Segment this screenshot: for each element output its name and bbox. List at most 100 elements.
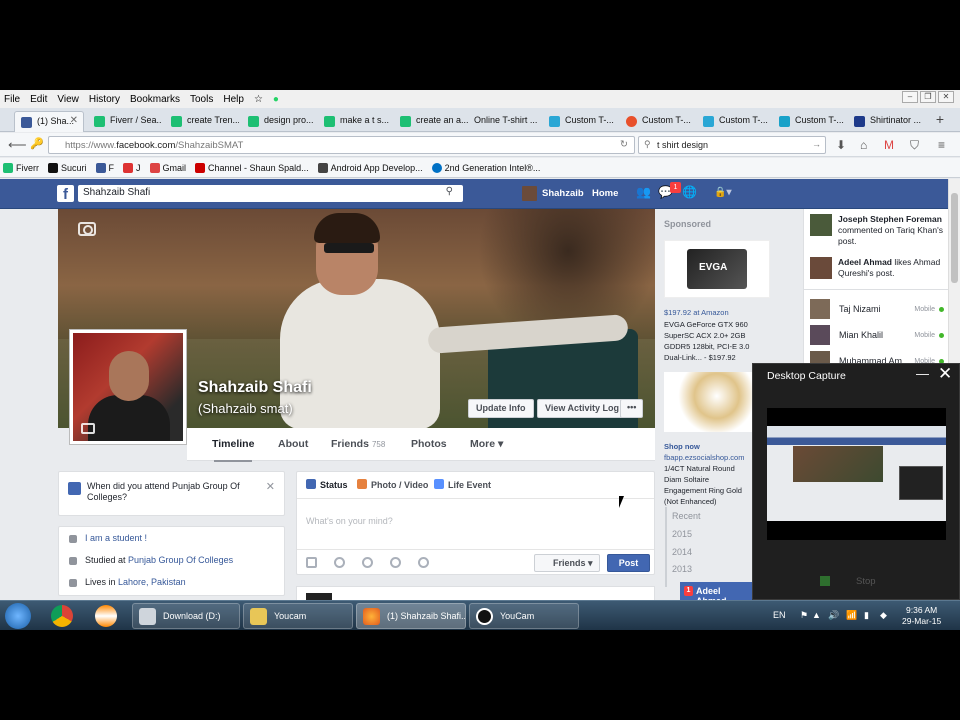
network-icon[interactable]: 📶 [846,610,857,621]
tab-friends[interactable]: Friends 758 [331,438,385,450]
bookmark-channel[interactable]: Channel - Shaun Spald... [195,162,309,173]
composer-input[interactable]: What's on your mind? [306,516,393,526]
gmail-icon[interactable]: M [884,138,894,152]
privacy-icon[interactable]: 🔒▾ [714,187,731,198]
feeling-icon[interactable] [362,557,373,568]
chat-tab[interactable]: 1 Adeel Ahmad [680,582,752,606]
menu-bookmarks[interactable]: Bookmarks [130,94,180,105]
taskbar-item-firefox[interactable]: (1) Shahzaib Shafi... [356,603,466,629]
close-tab-icon[interactable]: ✕ [70,115,78,126]
drive-tray-icon[interactable]: ◆ [880,610,887,621]
bookmark-f[interactable]: F [95,162,114,173]
bookmark-fiverr[interactable]: Fiverr [3,162,39,173]
ad-title-link[interactable]: Shop now [664,441,756,452]
close-icon[interactable]: ✕ [266,480,275,493]
new-tab-button[interactable]: + [936,111,944,127]
friend-requests-icon[interactable]: 👥 [636,185,651,199]
year-2015[interactable]: 2015 [672,529,692,539]
search-icon[interactable]: ⚲ [446,186,453,197]
city-link[interactable]: Lahore, Pakistan [118,577,186,587]
menu-edit[interactable]: Edit [30,94,47,105]
ad-price-link[interactable]: $197.92 at Amazon [664,307,756,318]
chat-contact[interactable]: Mian Khalil Mobile [810,325,945,345]
maximize-window-button[interactable]: ❐ [920,91,936,103]
ad-image-gpu[interactable]: EVGA [664,240,770,298]
search-bar[interactable]: ⚲ t shirt design → [638,136,826,154]
search-input[interactable]: t shirt design [657,140,708,150]
search-go-icon[interactable]: → [812,139,821,149]
start-button[interactable] [5,603,31,629]
year-2013[interactable]: 2013 [672,564,692,574]
home-link[interactable]: Home [592,188,618,199]
chat-contact[interactable]: Taj Nizami Mobile [810,299,945,319]
tab-create-trend[interactable]: create Tren... [165,111,239,132]
clock[interactable]: 9:36 AM 29-Mar-15 [902,605,941,627]
tab-custom-t-4[interactable]: Custom T-... [773,111,849,132]
tab-fiverr-search[interactable]: Fiverr / Sea... [88,111,162,132]
url-bar[interactable]: https://www.facebook.com/ShahzaibSMAT ↻ [48,136,635,154]
camera-icon[interactable] [81,423,95,434]
ad-url[interactable]: fbapp.ezsocialshop.com [664,452,756,463]
composer-tab-status[interactable]: Status [306,479,348,490]
post-button[interactable]: Post [607,554,650,572]
download-icon[interactable]: ⬇ [836,138,846,152]
composer-tab-life-event[interactable]: Life Event [434,479,491,490]
tab-custom-t-1[interactable]: Custom T-... [543,111,621,132]
profile-picture[interactable] [69,329,187,445]
menu-file[interactable]: File [4,94,20,105]
facebook-search-input[interactable]: Shahzaib Shafi ⚲ [78,185,463,202]
menu-icon[interactable]: ≡ [938,138,945,152]
tab-custom-t-3[interactable]: Custom T-... [697,111,775,132]
battery-icon[interactable]: ▮ [864,610,869,621]
menu-history[interactable]: History [89,94,120,105]
school-link[interactable]: Punjab Group Of Colleges [128,555,233,565]
tab-shirtinator[interactable]: Shirtinator ... [848,111,926,132]
stop-button[interactable]: Stop [856,576,876,587]
taskbar-item-youcam-folder[interactable]: Youcam [243,603,353,629]
home-icon[interactable]: ⌂ [860,138,867,152]
close-button[interactable]: ✕ [938,364,952,384]
question-text[interactable]: When did you attend Punjab Group Of Coll… [87,481,257,503]
ticker-item[interactable]: Joseph Stephen Foreman commented on Tari… [838,214,946,247]
menu-view[interactable]: View [57,94,79,105]
tab-about[interactable]: About [278,438,308,450]
volume-icon[interactable]: 🔊 [828,610,839,621]
shield-icon[interactable]: ⛉ [910,138,919,153]
bookmark-j[interactable]: J [123,162,141,173]
bookmark-intel[interactable]: 2nd Generation Intel®... [431,162,540,173]
minimize-window-button[interactable]: – [902,91,918,103]
minimize-button[interactable]: — [916,366,929,381]
camera-icon[interactable] [78,222,96,236]
bookmark-gmail[interactable]: Gmail [149,162,186,173]
tab-design-pro[interactable]: design pro... [242,111,316,132]
star-icon[interactable]: ☆ [254,94,263,105]
profile-link[interactable]: Shahzaib [542,188,584,199]
update-info-button[interactable]: Update Info [468,399,534,418]
reload-icon[interactable]: ↻ [620,139,628,150]
ticker-item[interactable]: Adeel Ahmad likes Ahmad Qureshi's post. [838,257,946,279]
composer-tab-photo-video[interactable]: Photo / Video [357,479,428,490]
year-recent[interactable]: Recent [672,511,701,521]
bookmark-android[interactable]: Android App Develop... [317,162,423,173]
more-options-button[interactable]: ••• [620,399,644,418]
menu-tools[interactable]: Tools [190,94,213,105]
bookmark-sucuri[interactable]: Sucuri [48,162,87,173]
tag-friends-icon[interactable] [334,557,345,568]
key-icon[interactable]: 🔑 [30,137,44,150]
chrome-icon[interactable] [51,605,73,627]
tab-make-a-t-shirt[interactable]: make a t s... [318,111,392,132]
stop-icon[interactable] [820,576,830,586]
audience-selector[interactable]: Friends ▾ [534,554,600,572]
camera-icon[interactable] [306,557,317,568]
year-2014[interactable]: 2014 [672,547,692,557]
facebook-logo-icon[interactable]: f [57,185,74,203]
scrollbar-thumb[interactable] [951,193,958,283]
intro-student[interactable]: I am a student ! [85,533,147,543]
whatsapp-icon[interactable]: ● [273,94,279,105]
view-activity-log-button[interactable]: View Activity Log [537,399,628,418]
avatar[interactable] [522,186,537,201]
taskbar-item-download[interactable]: Download (D:) [132,603,240,629]
clock-icon[interactable] [418,557,429,568]
profile-name[interactable]: Shahzaib Shafi [198,379,312,397]
tab-custom-t-2[interactable]: Custom T-... [620,111,698,132]
